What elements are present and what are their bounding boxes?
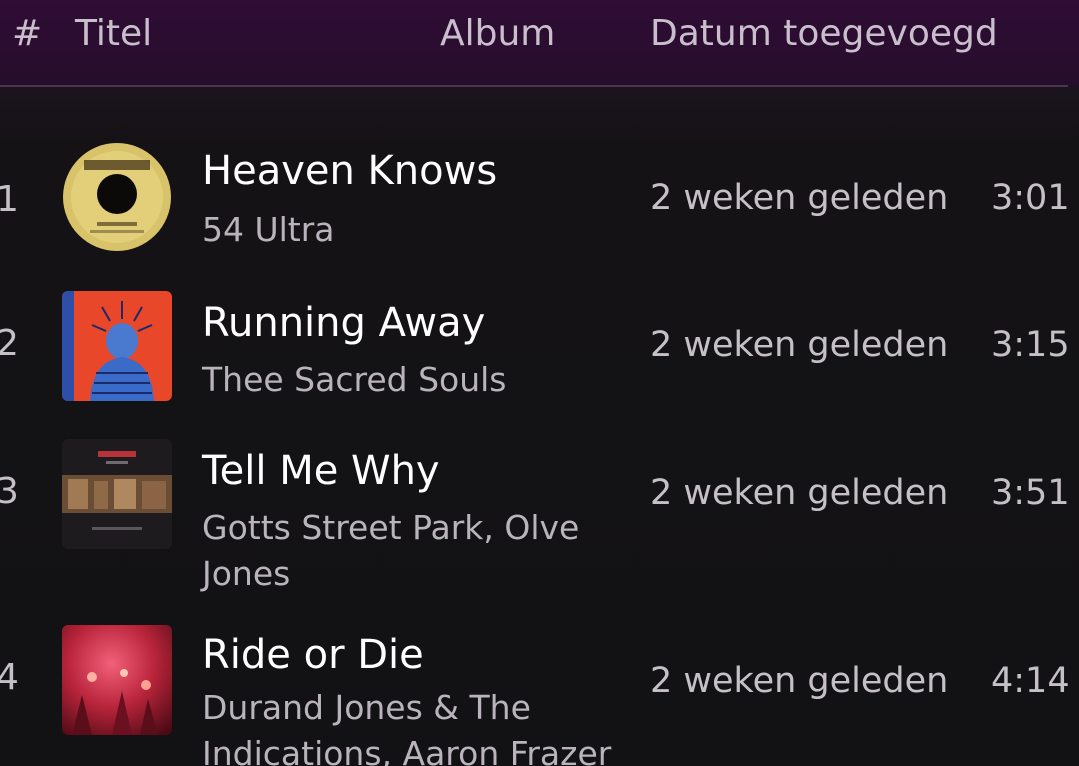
track-row[interactable]: 4 Ride or Die Durand Jones & The Indicat… (0, 624, 1079, 766)
track-number: 4 (0, 657, 19, 698)
track-number: 1 (0, 179, 19, 220)
date-added: 2 weken geleden (650, 473, 949, 513)
track-number: 3 (0, 471, 19, 512)
track-row[interactable]: 3 Tell Me Why Gotts Street Park, Olve Jo… (0, 438, 1079, 598)
red-crowd-photo-cover-icon (62, 625, 172, 735)
column-header-date-added[interactable]: Datum toegevoegd (650, 12, 998, 56)
column-header-number[interactable]: # (12, 12, 42, 56)
date-added: 2 weken geleden (650, 661, 949, 701)
track-duration: 3:15 (991, 325, 1070, 365)
track-title[interactable]: Tell Me Why (202, 448, 440, 494)
track-row[interactable]: 2 Running Away Thee Sacred Souls 2 weken… (0, 290, 1079, 405)
date-added: 2 weken geleden (650, 178, 949, 218)
track-row[interactable]: 1 Heaven Knows 54 Ultra 2 weken geleden … (0, 140, 1079, 255)
column-header-title[interactable]: Titel (75, 12, 152, 56)
track-artist[interactable]: Durand Jones & The Indications, Aaron Fr… (202, 685, 652, 766)
track-title[interactable]: Heaven Knows (202, 148, 497, 194)
track-title[interactable]: Ride or Die (202, 632, 424, 678)
vinyl-record-cover-icon (62, 142, 172, 252)
track-duration: 3:01 (991, 178, 1070, 218)
orange-portrait-cover-icon (62, 291, 172, 401)
track-duration: 4:14 (991, 661, 1070, 701)
date-added: 2 weken geleden (650, 325, 949, 365)
column-header-album[interactable]: Album (440, 12, 555, 56)
track-artist[interactable]: Gotts Street Park, Olve Jones (202, 505, 642, 597)
playlist-track-list: # Titel Album Datum toegevoegd 1 Heaven … (0, 0, 1079, 766)
track-number: 2 (0, 323, 19, 364)
track-title[interactable]: Running Away (202, 300, 485, 346)
header-divider (0, 85, 1068, 87)
track-artist[interactable]: Thee Sacred Souls (202, 357, 642, 403)
track-duration: 3:51 (991, 473, 1070, 513)
track-list-header: # Titel Album Datum toegevoegd (0, 0, 1079, 86)
track-artist[interactable]: 54 Ultra (202, 207, 642, 253)
dark-room-photo-cover-icon (62, 439, 172, 549)
